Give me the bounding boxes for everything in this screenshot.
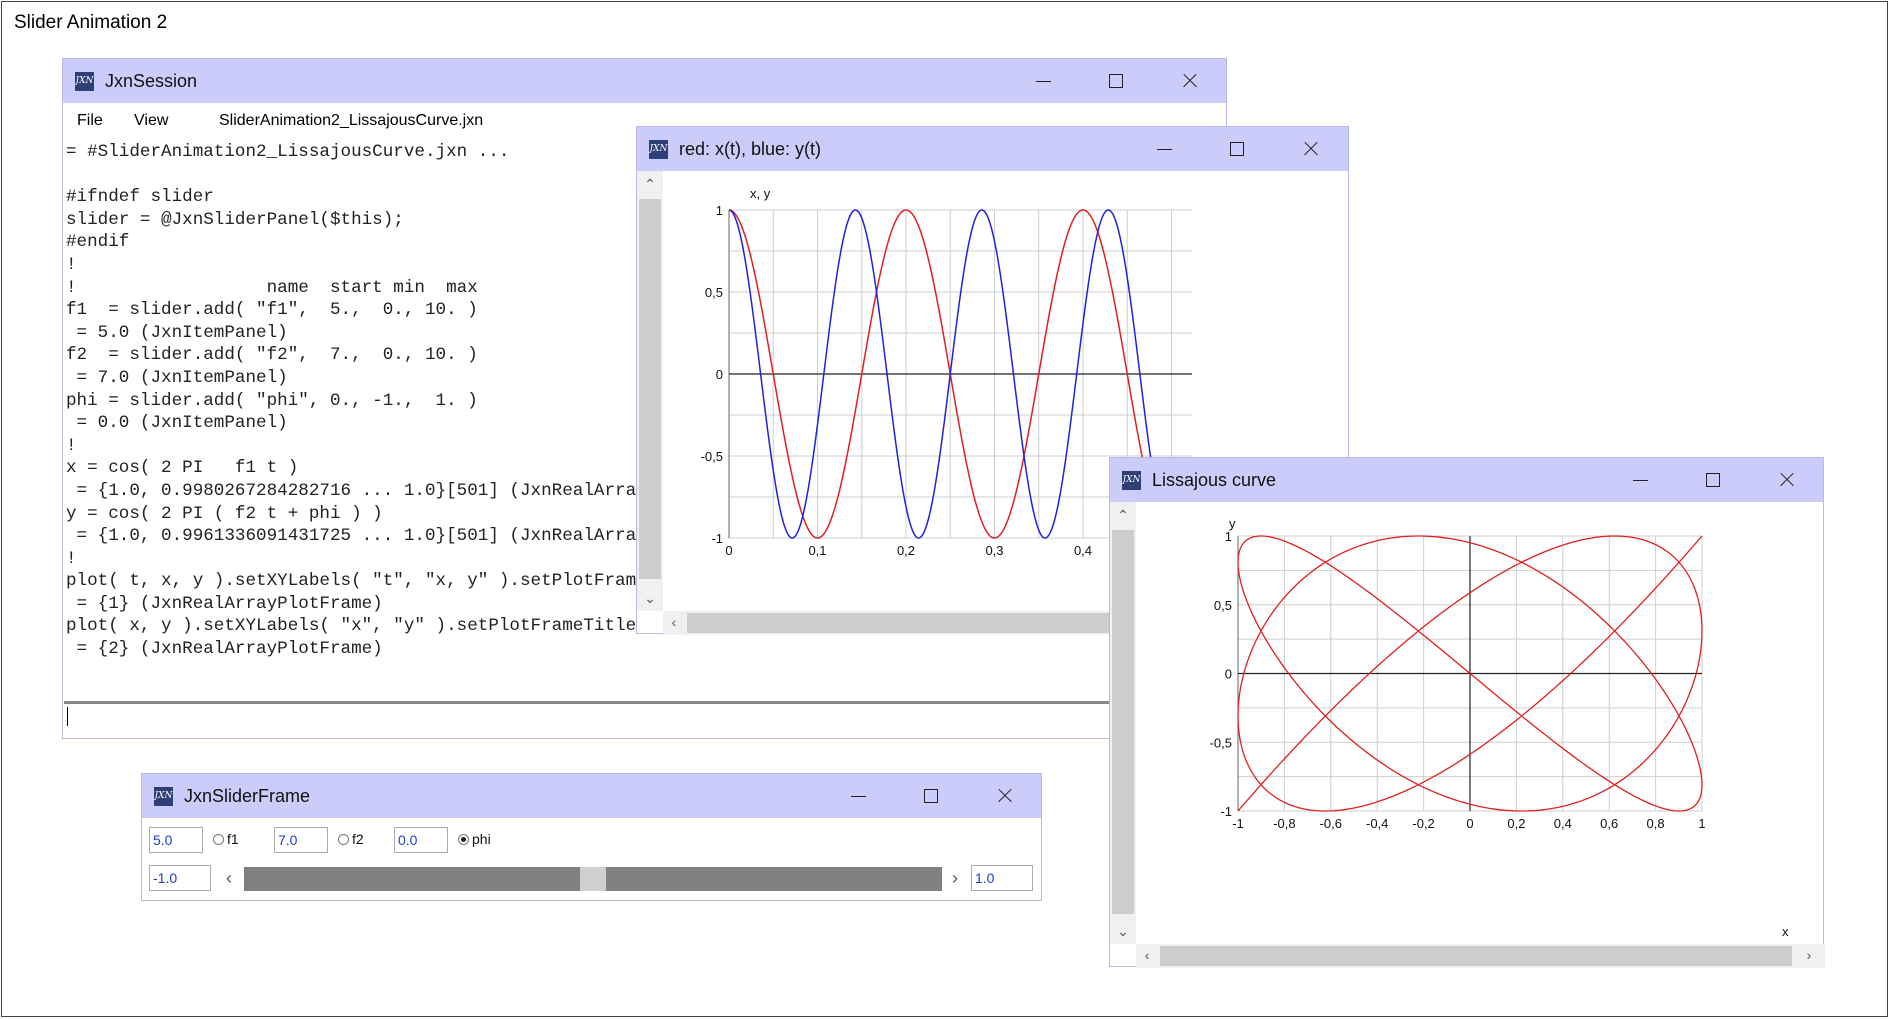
x-tick-label: -0,2 <box>1412 816 1434 831</box>
scroll-down-icon[interactable]: ⌄ <box>643 591 657 605</box>
phi-radio[interactable] <box>458 834 469 845</box>
menu-file[interactable]: File <box>77 112 103 130</box>
y-axis-label: x, y <box>750 186 771 201</box>
x-tick-label: 0 <box>725 543 732 558</box>
minimize-button[interactable] <box>1134 127 1194 171</box>
time-plot-titlebar[interactable]: JXN red: x(t), blue: y(t) <box>637 127 1348 171</box>
scroll-down-icon[interactable]: ⌄ <box>1116 924 1130 938</box>
close-button[interactable] <box>1280 127 1340 171</box>
x-tick-label: 0,6 <box>1600 816 1618 831</box>
x-tick-label: -0,4 <box>1366 816 1388 831</box>
minimize-button[interactable] <box>828 774 888 818</box>
slider-right-icon[interactable]: › <box>948 869 962 887</box>
window-title: red: x(t), blue: y(t) <box>679 139 822 159</box>
phi-radio-label: phi <box>472 831 491 847</box>
x-axis-label: x <box>1782 924 1789 939</box>
y-tick-label: 0 <box>716 367 723 382</box>
scroll-thumb[interactable] <box>1160 946 1792 966</box>
close-button[interactable] <box>974 774 1034 818</box>
slider-window: JXN JxnSliderFrame 5.0 f1 7.0 f2 0.0 phi… <box>141 773 1042 901</box>
jxn-app-icon: JXN <box>154 787 173 806</box>
horizontal-scrollbar[interactable]: ‹ › <box>1136 944 1825 968</box>
min-value-field[interactable]: -1.0 <box>149 865 211 891</box>
x-tick-label: 0,1 <box>808 543 826 558</box>
x-tick-label: 0,2 <box>897 543 915 558</box>
y-tick-label: 1 <box>716 203 723 218</box>
scroll-thumb[interactable] <box>639 199 661 579</box>
window-title: JxnSession <box>105 71 198 91</box>
vertical-scrollbar[interactable]: ⌃ ⌄ <box>1110 502 1136 944</box>
x-tick-label: 0,4 <box>1074 543 1092 558</box>
text-caret <box>67 707 68 726</box>
maximize-button[interactable] <box>1085 59 1145 103</box>
x-tick-label: 0,2 <box>1507 816 1525 831</box>
f1-radio-label: f1 <box>227 831 239 847</box>
scroll-thumb[interactable] <box>1112 530 1134 914</box>
f2-radio-label: f2 <box>352 831 364 847</box>
file-name-label: SliderAnimation2_LissajousCurve.jxn <box>219 112 484 129</box>
lissajous-titlebar[interactable]: JXN Lissajous curve <box>1110 458 1823 502</box>
slider-left-icon[interactable]: ‹ <box>222 869 236 887</box>
slider-track[interactable] <box>244 867 942 891</box>
x-tick-label: 0,8 <box>1647 816 1665 831</box>
f2-radio[interactable] <box>338 834 349 845</box>
maximize-button[interactable] <box>1206 127 1266 171</box>
f1-value-field[interactable]: 5.0 <box>149 827 203 853</box>
slider-titlebar[interactable]: JXN JxnSliderFrame <box>142 774 1041 818</box>
close-button[interactable] <box>1159 59 1219 103</box>
lissajous-chart: y x 10,50-0,5-1 -1 -0,8 -0,6 -0,4 -0,2 0 0,2 0,… <box>1210 516 1789 939</box>
max-value-field[interactable]: 1.0 <box>971 865 1033 891</box>
menu-view[interactable]: View <box>134 112 168 130</box>
session-titlebar[interactable]: JXN JxnSession <box>63 59 1226 103</box>
f2-value-field[interactable]: 7.0 <box>274 827 328 853</box>
lissajous-window: JXN Lissajous curve ⌃ ⌄ ‹ › y x 1 0,5 0 -0,… <box>1109 457 1825 968</box>
jxn-app-icon: JXN <box>649 140 668 159</box>
maximize-button[interactable] <box>900 774 960 818</box>
y-tick-label: -0,5 <box>1210 735 1232 750</box>
app-title: Slider Animation 2 <box>14 12 168 33</box>
x-tick-label: -1 <box>1232 816 1244 831</box>
minimize-button[interactable] <box>1013 59 1073 103</box>
command-input[interactable] <box>64 701 1225 731</box>
f1-radio[interactable] <box>213 834 224 845</box>
y-tick-label: 0 <box>1225 667 1232 682</box>
window-title: JxnSliderFrame <box>184 786 311 806</box>
x-tick-label: 1 <box>1698 816 1705 831</box>
y-tick-label: -1 <box>1220 804 1232 819</box>
y-tick-label: 0,5 <box>1214 598 1232 613</box>
maximize-button[interactable] <box>1682 458 1742 502</box>
x-tick-label: -0,8 <box>1273 816 1295 831</box>
jxn-app-icon: JXN <box>75 72 94 91</box>
x-tick-label: 0 <box>1466 816 1473 831</box>
x-tick-label: 0,4 <box>1554 816 1572 831</box>
slider-thumb[interactable] <box>580 867 606 891</box>
scroll-up-icon[interactable]: ⌃ <box>1116 508 1130 522</box>
close-button[interactable] <box>1756 458 1816 502</box>
x-tick-label: -0,6 <box>1320 816 1342 831</box>
phi-value-field[interactable]: 0.0 <box>394 827 448 853</box>
y-tick-label: -0,5 <box>701 449 723 464</box>
minimize-button[interactable] <box>1610 458 1670 502</box>
x-tick-label: 0,3 <box>985 543 1003 558</box>
y-tick-label: 1 <box>1225 529 1232 544</box>
y-tick-label: -1 <box>711 531 723 546</box>
window-title: Lissajous curve <box>1152 470 1277 490</box>
scroll-left-icon[interactable]: ‹ <box>667 615 681 629</box>
jxn-app-icon: JXN <box>1122 471 1141 490</box>
scroll-up-icon[interactable]: ⌃ <box>643 177 657 191</box>
scroll-right-icon[interactable]: › <box>1802 948 1816 962</box>
vertical-scrollbar[interactable]: ⌃ ⌄ <box>637 171 663 611</box>
y-tick-label: 0,5 <box>705 285 723 300</box>
scroll-left-icon[interactable]: ‹ <box>1140 948 1154 962</box>
